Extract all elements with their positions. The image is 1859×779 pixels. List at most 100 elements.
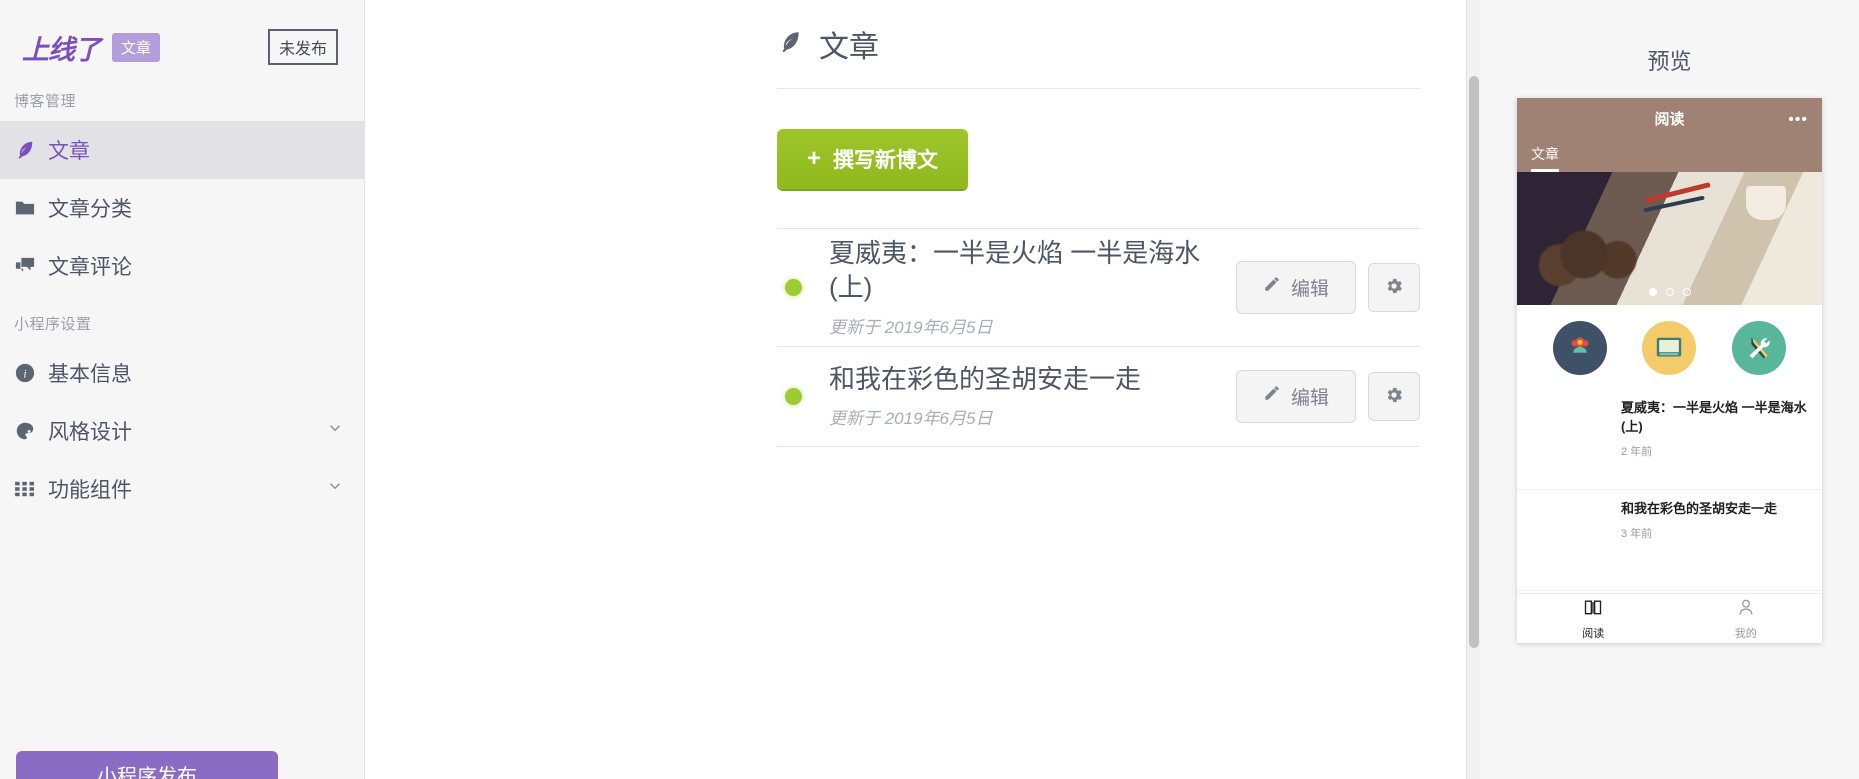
sidebar-item-label: 功能组件 xyxy=(48,479,132,502)
sidebar-item-components[interactable]: 功能组件 xyxy=(0,460,364,518)
sidebar-item-label: 文章评论 xyxy=(48,256,132,279)
preview-title: 预览 xyxy=(1647,49,1692,74)
app-root: 上线了 文章 未发布 博客管理 文章 文章分类 文章评论 小程序设置 i 基本信… xyxy=(0,0,1859,779)
preview-panel: 预览 阅读 ••• 文章 夏威夷：一半是火焰 一半是海水(上) 2 年前 和我在… xyxy=(1480,0,1859,779)
carousel-bullet[interactable] xyxy=(1648,288,1657,296)
publish-miniprogram-button[interactable]: 小程序发布 xyxy=(16,751,278,779)
new-post-area: + 撰写新博文 xyxy=(777,129,1480,189)
table-row[interactable]: 夏威夷：一半是火焰 一半是海水(上) 更新于 2019年6月5日 编辑 xyxy=(777,229,1420,347)
article-thumbnail xyxy=(1529,500,1609,580)
list-item[interactable]: 夏威夷：一半是火焰 一半是海水(上) 2 年前 xyxy=(1517,389,1822,490)
page-header: 文章 xyxy=(777,22,1420,89)
sidebar-item-style-design[interactable]: 风格设计 xyxy=(0,402,364,460)
scrollbar-thumb[interactable] xyxy=(1469,76,1479,648)
phone-article-list: 夏威夷：一半是火焰 一半是海水(上) 2 年前 和我在彩色的圣胡安走一走 3 年… xyxy=(1517,389,1822,593)
sidebar-item-categories[interactable]: 文章分类 xyxy=(0,179,364,237)
info-icon: i xyxy=(14,362,48,384)
logo-badge: 文章 xyxy=(112,32,161,62)
article-text: 和我在彩色的圣胡安走一走 更新于 2019年6月5日 xyxy=(829,363,1236,430)
feather-icon xyxy=(777,29,803,60)
article-title: 夏威夷：一半是火焰 一半是海水(上) xyxy=(1621,400,1807,434)
article-actions: 编辑 xyxy=(1235,260,1420,314)
chevron-down-icon[interactable] xyxy=(326,419,344,443)
phone-preview: 阅读 ••• 文章 夏威夷：一半是火焰 一半是海水(上) 2 年前 和我在彩色的… xyxy=(1517,98,1822,643)
pencil-icon xyxy=(1263,275,1281,299)
more-dots-icon[interactable]: ••• xyxy=(1788,112,1808,128)
sidebar: 上线了 文章 未发布 博客管理 文章 文章分类 文章评论 小程序设置 i 基本信… xyxy=(0,0,365,779)
comments-icon xyxy=(14,256,48,276)
article-text: 夏威夷：一半是火焰 一半是海水(上) 更新于 2019年6月5日 xyxy=(829,237,1236,338)
sidebar-header: 上线了 文章 未发布 xyxy=(0,0,364,72)
sidebar-group-blog: 博客管理 xyxy=(14,93,77,110)
plus-icon: + xyxy=(807,145,822,172)
book-icon xyxy=(1583,597,1603,622)
sidebar-item-basic-info[interactable]: i 基本信息 xyxy=(0,344,364,402)
carousel-bullet[interactable] xyxy=(1665,288,1674,296)
article-title: 和我在彩色的圣胡安走一走 xyxy=(1621,501,1778,516)
tools-icon[interactable] xyxy=(1732,321,1787,375)
edit-button[interactable]: 编辑 xyxy=(1235,260,1356,314)
palette-icon xyxy=(14,420,48,442)
banner-cup-shape xyxy=(1746,186,1786,220)
edit-button-label: 编辑 xyxy=(1290,278,1329,300)
article-text: 和我在彩色的圣胡安走一走 3 年前 xyxy=(1621,500,1808,580)
article-title[interactable]: 夏威夷：一半是火焰 一半是海水(上) xyxy=(829,237,1236,305)
tabbar-item-read[interactable]: 阅读 xyxy=(1517,594,1670,643)
table-row[interactable]: 和我在彩色的圣胡安走一走 更新于 2019年6月5日 编辑 xyxy=(777,347,1420,447)
article-list: 夏威夷：一半是火焰 一半是海水(上) 更新于 2019年6月5日 编辑 和我在彩… xyxy=(777,228,1420,447)
sidebar-item-label: 风格设计 xyxy=(48,421,132,444)
status-badge xyxy=(785,387,802,405)
grid-icon xyxy=(14,480,48,498)
article-title[interactable]: 和我在彩色的圣胡安走一走 xyxy=(829,363,1236,397)
sidebar-item-label: 文章 xyxy=(48,140,90,163)
list-item[interactable]: 和我在彩色的圣胡安走一走 3 年前 xyxy=(1517,490,1822,591)
phone-banner-image[interactable] xyxy=(1517,172,1822,305)
status-badge xyxy=(785,278,802,296)
scrollbar[interactable] xyxy=(1466,0,1480,779)
app-logo[interactable]: 上线了 xyxy=(22,28,101,67)
page-title: 文章 xyxy=(819,31,879,64)
phone-header: 阅读 ••• 文章 xyxy=(1517,98,1822,172)
settings-button[interactable] xyxy=(1368,262,1420,312)
carousel-bullets xyxy=(1517,288,1822,296)
article-date: 更新于 2019年6月5日 xyxy=(829,317,993,337)
phone-titlebar: 阅读 ••• xyxy=(1517,98,1822,138)
flower-icon[interactable] xyxy=(1552,321,1607,375)
write-new-post-label: 撰写新博文 xyxy=(833,149,939,172)
settings-button[interactable] xyxy=(1368,371,1420,421)
person-icon xyxy=(1736,597,1756,622)
chevron-down-icon[interactable] xyxy=(326,477,344,501)
write-new-post-button[interactable]: + 撰写新博文 xyxy=(777,129,969,189)
folder-icon xyxy=(14,198,48,218)
phone-shortcuts xyxy=(1517,305,1822,389)
main-content: 文章 + 撰写新博文 夏威夷：一半是火焰 一半是海水(上) 更新于 2019年6… xyxy=(365,0,1480,779)
svg-text:i: i xyxy=(23,367,26,381)
edit-button-label: 编辑 xyxy=(1290,387,1329,409)
edit-button[interactable]: 编辑 xyxy=(1235,369,1356,423)
article-date: 更新于 2019年6月5日 xyxy=(829,409,993,429)
pencil-icon xyxy=(1263,384,1281,408)
phone-title: 阅读 xyxy=(1654,110,1685,128)
carousel-bullet[interactable] xyxy=(1682,288,1691,296)
phone-tabs: 文章 xyxy=(1517,138,1822,172)
tabbar-label: 我的 xyxy=(1734,627,1757,640)
sidebar-group-miniprogram: 小程序设置 xyxy=(14,316,92,333)
sidebar-item-articles[interactable]: 文章 xyxy=(0,121,364,179)
sidebar-item-label: 基本信息 xyxy=(48,363,132,386)
gear-icon xyxy=(1384,385,1404,408)
feather-icon xyxy=(14,139,48,161)
sidebar-item-label: 文章分类 xyxy=(48,198,132,221)
publish-status-badge[interactable]: 未发布 xyxy=(267,29,338,65)
phone-tabbar: 阅读 我的 xyxy=(1517,593,1822,643)
phone-tab-articles[interactable]: 文章 xyxy=(1531,144,1559,172)
article-actions: 编辑 xyxy=(1235,369,1420,423)
article-thumbnail xyxy=(1529,399,1609,479)
tabbar-label: 阅读 xyxy=(1582,627,1605,640)
tabbar-item-mine[interactable]: 我的 xyxy=(1670,594,1823,643)
sidebar-item-comments[interactable]: 文章评论 xyxy=(0,237,364,295)
article-time: 3 年前 xyxy=(1621,527,1653,540)
article-time: 2 年前 xyxy=(1621,445,1653,458)
monitor-icon[interactable] xyxy=(1642,321,1697,375)
article-text: 夏威夷：一半是火焰 一半是海水(上) 2 年前 xyxy=(1621,399,1808,479)
gear-icon xyxy=(1384,276,1404,299)
